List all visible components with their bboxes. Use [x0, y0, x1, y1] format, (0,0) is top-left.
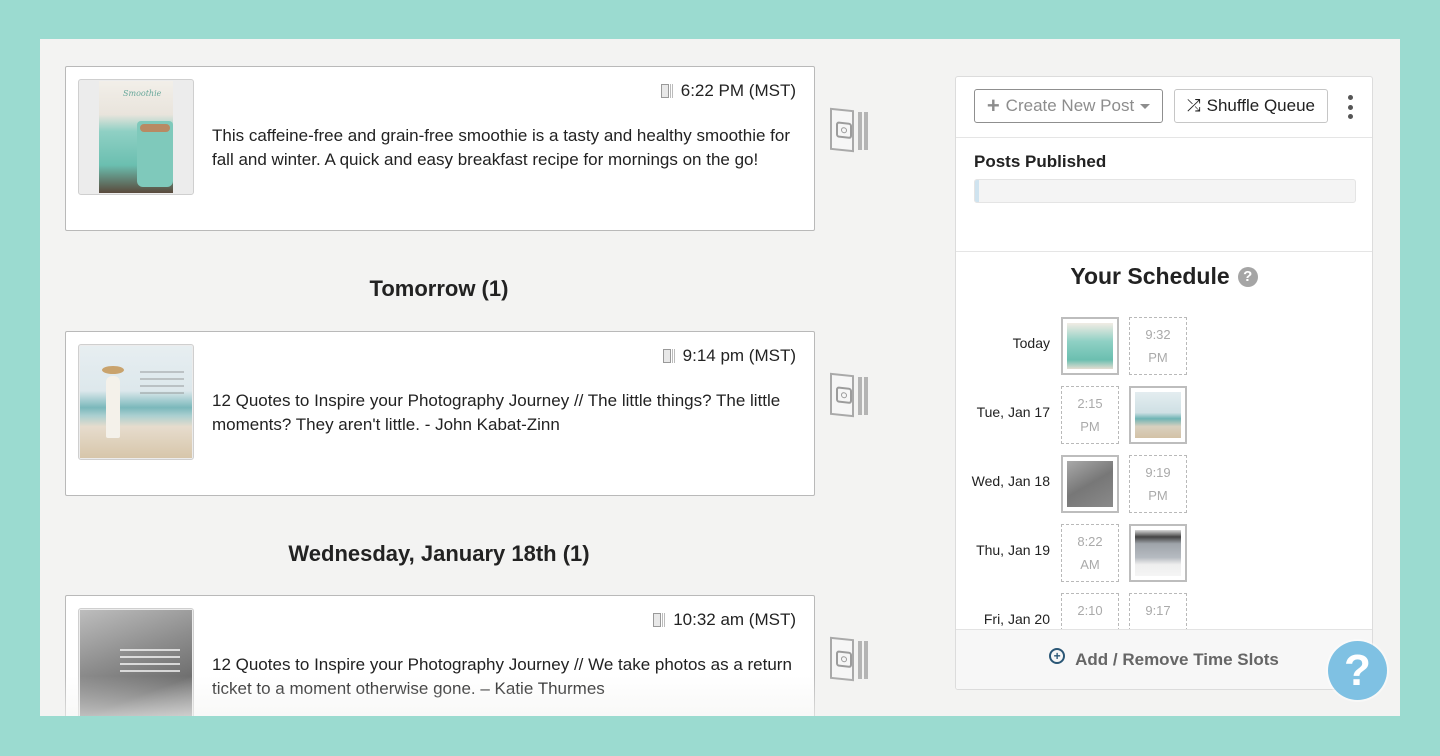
divider: [956, 251, 1372, 252]
schedule-title: Your Schedule ?: [956, 263, 1372, 290]
slot-time: 8:22: [1077, 534, 1103, 549]
post-time-label: 10:32 am (MST): [673, 610, 796, 629]
post-time: 10:32 am (MST): [653, 610, 796, 630]
smoothie-glass-graphic: [137, 121, 173, 187]
schedule-row: Tue, Jan 17 2:15 PM: [956, 386, 1372, 446]
slot-ampm: AM: [1080, 557, 1100, 572]
queued-post-card[interactable]: 9:14 pm (MST) 12 Quotes to Inspire your …: [65, 331, 815, 496]
day-heading: Wednesday, January 18th (1): [288, 541, 590, 566]
slot-time: 2:15: [1077, 396, 1103, 411]
shuffle-queue-label: Shuffle Queue: [1206, 96, 1315, 115]
post-time-label: 6:22 PM (MST): [680, 81, 796, 100]
schedule-day-label: Thu, Jan 19: [976, 542, 1050, 558]
create-new-post-button[interactable]: + Create New Post: [974, 89, 1163, 123]
post-time-label: 9:14 pm (MST): [682, 346, 796, 365]
empty-time-slot[interactable]: 2:15 PM: [1061, 386, 1119, 444]
slot-ampm: PM: [1148, 488, 1168, 503]
scheduled-post-slot[interactable]: [1061, 455, 1119, 513]
schedule-day-label: Today: [1012, 335, 1050, 351]
post-caption: This caffeine-free and grain-free smooth…: [212, 126, 790, 169]
scheduled-post-thumbnail: [1067, 323, 1113, 369]
shuffle-icon: ⤮: [1187, 96, 1201, 115]
schedule-grid: Today 9:32 PM Tue, Jan 17 2:15 PM Wed, Jan 18 9…: [956, 317, 1372, 629]
panel-toolbar: + Create New Post ⤮ Shuffle Queue: [956, 77, 1372, 138]
schedule-title-text: Your Schedule: [1070, 263, 1230, 289]
empty-time-slot[interactable]: 9:19 PM: [1129, 455, 1187, 513]
quote-text-graphic: [120, 644, 180, 677]
slot-time: 2:10: [1077, 603, 1103, 618]
scheduled-post-thumbnail: [1067, 461, 1113, 507]
chai-spice-smoothie-image: Smoothie: [99, 81, 173, 193]
quote-text-graphic: [140, 366, 184, 399]
post-thumbnail[interactable]: [78, 608, 194, 716]
schedule-day-label: Fri, Jan 20: [983, 611, 1050, 627]
caret-down-icon: [1140, 103, 1151, 109]
help-icon[interactable]: ?: [1237, 266, 1258, 287]
post-caption: 12 Quotes to Inspire your Photography Jo…: [212, 391, 781, 434]
instagram-icon: [653, 613, 666, 627]
post-time: 6:22 PM (MST): [660, 81, 796, 101]
instagram-icon: [660, 84, 673, 98]
schedule-day-label: Tue, Jan 17: [976, 404, 1050, 420]
add-remove-time-slots-label: Add / Remove Time Slots: [1075, 649, 1279, 669]
schedule-row: Wed, Jan 18 9:19 PM: [956, 455, 1372, 515]
create-new-post-label: Create New Post: [1005, 96, 1135, 115]
empty-time-slot[interactable]: 9:32 PM: [1129, 317, 1187, 375]
woman-camera-bw-quote-image: [80, 610, 192, 716]
post-caption: 12 Quotes to Inspire your Photography Jo…: [212, 655, 792, 698]
empty-time-slot[interactable]: 8:22 AM: [1061, 524, 1119, 582]
woman-figure-graphic: [102, 366, 124, 438]
empty-time-slot[interactable]: 9:17 PM: [1129, 593, 1187, 629]
post-thumbnail[interactable]: [78, 344, 194, 460]
more-options-icon[interactable]: [1342, 95, 1358, 119]
scheduled-post-slot[interactable]: [1129, 524, 1187, 582]
plus-icon: +: [986, 93, 1000, 118]
instagram-stack-icon[interactable]: [830, 636, 870, 682]
scheduled-post-thumbnail: [1135, 392, 1181, 438]
post-time: 9:14 pm (MST): [662, 346, 796, 366]
empty-time-slot[interactable]: 2:10 PM: [1061, 593, 1119, 629]
instagram-icon: [662, 349, 675, 363]
slot-ampm: PM: [1130, 622, 1186, 629]
slot-ampm: PM: [1080, 419, 1100, 434]
scheduled-post-thumbnail: [1135, 530, 1181, 576]
queued-post-card[interactable]: Smoothie 6:22 PM (MST) This caffeine-fre…: [65, 66, 815, 231]
queued-post-card[interactable]: 10:32 am (MST) 12 Quotes to Inspire your…: [65, 595, 815, 716]
scheduled-post-slot[interactable]: [1129, 386, 1187, 444]
add-remove-time-slots-button[interactable]: + Add / Remove Time Slots: [956, 629, 1372, 689]
slot-time: 9:17: [1145, 603, 1171, 618]
slot-time: 9:32: [1145, 327, 1171, 342]
schedule-day-label: Wed, Jan 18: [971, 473, 1050, 489]
progress-fill: [975, 180, 979, 202]
schedule-row: Thu, Jan 19 8:22 AM: [956, 524, 1372, 584]
post-thumbnail[interactable]: Smoothie: [78, 79, 194, 195]
alarm-clock-add-icon: +: [1049, 647, 1066, 664]
posts-published-progress: [974, 179, 1356, 203]
shuffle-queue-button[interactable]: ⤮ Shuffle Queue: [1174, 89, 1328, 123]
help-chat-button[interactable]: ?: [1328, 641, 1387, 700]
schedule-row: Today 9:32 PM: [956, 317, 1372, 377]
instagram-stack-icon[interactable]: [830, 372, 870, 418]
slot-time: 9:19: [1145, 465, 1171, 480]
beach-woman-quote-image: [80, 346, 192, 458]
schedule-row: Fri, Jan 20 2:10 PM 9:17 PM: [956, 593, 1372, 629]
instagram-stack-icon[interactable]: [830, 107, 870, 153]
posts-published-label: Posts Published: [974, 152, 1107, 171]
day-heading: Tomorrow (1): [369, 276, 509, 301]
queue-page: Smoothie 6:22 PM (MST) This caffeine-fre…: [40, 39, 1400, 716]
scheduled-post-slot[interactable]: [1061, 317, 1119, 375]
thumbnail-caption: Smoothie: [123, 89, 162, 98]
slot-ampm: PM: [1148, 350, 1168, 365]
slot-ampm: PM: [1062, 622, 1118, 629]
queue-sidebar-panel: + Create New Post ⤮ Shuffle Queue Posts …: [955, 76, 1373, 690]
